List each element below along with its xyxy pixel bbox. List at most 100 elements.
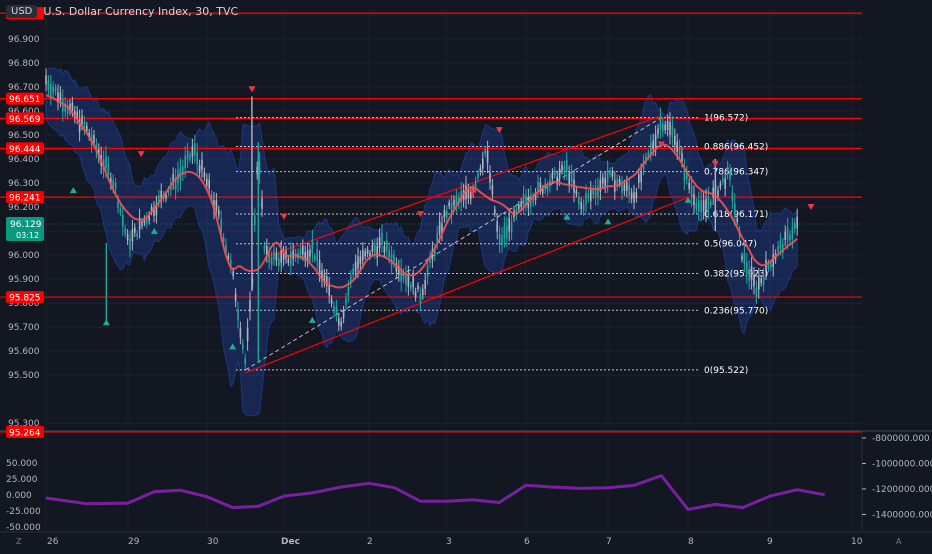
candle-body	[479, 167, 482, 173]
candle-body	[309, 249, 311, 257]
sell-signal-marker	[280, 213, 288, 220]
candle-body	[50, 83, 52, 97]
candle-body	[386, 240, 388, 251]
price-axis-tick: 96.000	[8, 251, 40, 261]
candle-body	[609, 170, 611, 175]
candle-body	[669, 121, 671, 135]
buy-signal-marker	[102, 319, 110, 326]
candle-body	[779, 239, 782, 249]
candle-body	[371, 244, 374, 252]
last-price-value: 96.129	[10, 220, 42, 230]
price-level-badge-label: 96.651	[9, 95, 41, 105]
candle-body	[681, 153, 683, 162]
candle-body	[254, 215, 256, 226]
auto-scale-button: A	[896, 537, 902, 546]
price-level-badge-label: 96.569	[9, 115, 41, 125]
candle-body	[215, 200, 218, 210]
candle-body	[626, 182, 628, 191]
candle-body	[611, 171, 614, 177]
candle-body	[796, 216, 798, 228]
candle-body	[606, 170, 609, 183]
candle-body	[496, 221, 498, 232]
candle-body	[45, 75, 47, 85]
candle-body	[508, 218, 510, 232]
fibonacci-level-label: 0.786(96.347)	[704, 168, 768, 178]
candle-body	[741, 255, 743, 260]
candle-body	[753, 275, 755, 287]
candle-body	[191, 146, 194, 157]
chart-canvas[interactable]: 1(96.572) 0.886(96.452) 0.786(96.347) 0.618…	[0, 0, 932, 550]
candle-body	[47, 81, 50, 90]
fibonacci-level-label: 0(95.522)	[704, 366, 748, 376]
candle-body	[287, 258, 290, 263]
candle-body	[246, 328, 249, 342]
trading-chart[interactable]: USD U.S. Dollar Currency Index, 30, TVC …	[0, 0, 932, 550]
candle-body	[695, 202, 698, 210]
time-axis-tick: 3	[446, 537, 452, 547]
candle-body	[678, 145, 681, 155]
candle-body	[186, 150, 189, 161]
candle-body	[194, 143, 196, 155]
candle-body	[443, 210, 446, 218]
candle-body	[198, 165, 201, 173]
oscillator-left-tick: 25.000	[6, 475, 38, 485]
candle-body	[52, 86, 54, 93]
time-axis-tick: 30	[207, 537, 219, 547]
candle-body	[650, 142, 652, 154]
candle-body	[318, 259, 321, 273]
candle-body	[93, 135, 95, 143]
candle-body	[794, 222, 796, 230]
price-level-badge-label: 95.825	[9, 294, 41, 304]
candle-body	[731, 192, 734, 202]
candle-body	[378, 237, 381, 249]
oscillator-left-tick: -25.000	[6, 507, 41, 517]
candle-body	[54, 87, 57, 93]
oscillator-left-tick: 50.000	[6, 459, 38, 469]
candle-body	[791, 227, 794, 240]
candle-body	[311, 239, 314, 253]
candle-body	[582, 204, 585, 211]
price-axis-tick: 96.900	[8, 35, 40, 45]
candle-body	[633, 192, 635, 203]
candle-body	[602, 177, 604, 184]
candle-body	[734, 203, 736, 217]
candle-body	[314, 255, 316, 260]
time-axis-tick: 26	[47, 537, 59, 547]
candle-body	[131, 229, 134, 242]
candle-body	[119, 207, 122, 213]
candle-body	[674, 135, 676, 146]
candle-body	[206, 178, 208, 186]
candle-body	[498, 234, 501, 245]
candle-body	[664, 124, 666, 131]
candle-body	[270, 257, 273, 265]
candle-body	[338, 318, 340, 326]
candle-body	[570, 171, 573, 182]
buy-signal-marker	[69, 187, 77, 194]
candle-body	[506, 225, 508, 239]
candle-body	[578, 197, 580, 205]
candle-body	[503, 225, 506, 239]
candle-body	[299, 249, 302, 256]
candle-body	[755, 287, 758, 298]
fibonacci-level-label: 0.618(96.171)	[704, 210, 768, 220]
candle-body	[477, 173, 479, 178]
candle-body	[381, 232, 383, 244]
price-axis-tick: 95.700	[8, 323, 40, 333]
candle-body	[467, 189, 470, 199]
candle-body	[407, 274, 410, 287]
candle-body	[758, 277, 760, 290]
envelope-band	[45, 67, 798, 417]
oscillator-right-tick: -800000.000	[872, 434, 930, 444]
time-axis-tick: 6	[524, 537, 530, 547]
candle-body	[585, 193, 587, 205]
candle-body	[117, 200, 119, 209]
candle-body	[302, 245, 304, 255]
price-level-badge-label: 96.444	[9, 145, 41, 155]
candle-body	[760, 278, 762, 284]
currency-badge[interactable]: USD	[6, 4, 38, 18]
candle-body	[388, 250, 390, 258]
candle-body	[414, 291, 417, 298]
timezone-button: Z	[16, 537, 22, 546]
candle-body	[702, 200, 705, 212]
candle-body	[273, 250, 275, 260]
